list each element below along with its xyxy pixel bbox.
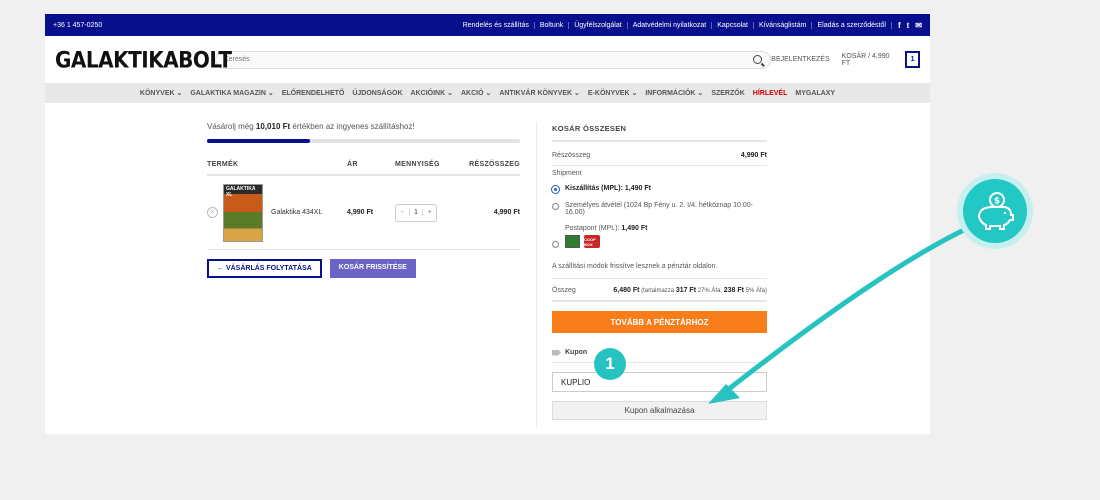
svg-text:$: $ [994,197,1000,207]
annotation-arrow [708,225,971,404]
step-number-badge: 1 [594,348,626,380]
piggy-bank-icon: $ [963,179,1027,243]
